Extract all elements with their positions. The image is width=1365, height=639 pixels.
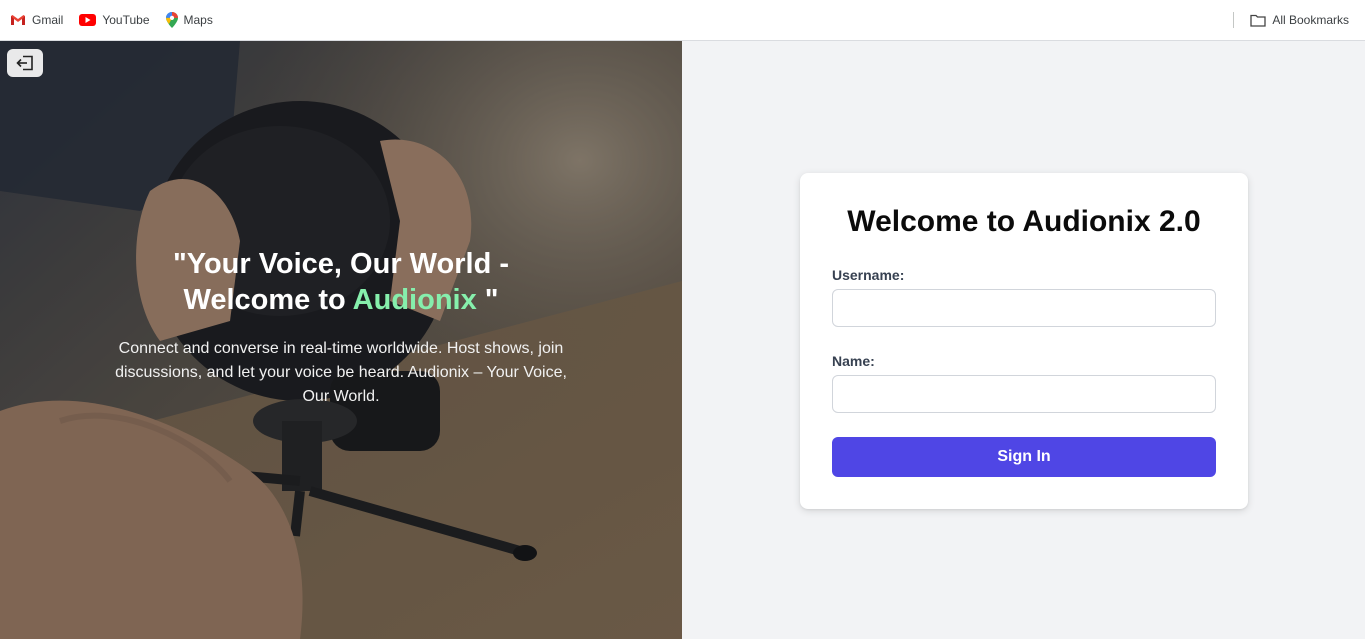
hero-title-prefix: Welcome to <box>183 284 353 316</box>
gmail-icon <box>11 15 25 25</box>
exit-button[interactable] <box>7 49 43 77</box>
exit-icon <box>16 55 33 71</box>
all-bookmarks-label: All Bookmarks <box>1272 13 1349 27</box>
bookmarks-divider <box>1233 12 1235 28</box>
login-pane: Welcome to Audionix 2.0 Username: Name: … <box>682 41 1365 639</box>
hero-title-brand: Audionix <box>352 284 477 316</box>
hero-title-line1: "Your Voice, Our World - <box>173 248 509 280</box>
name-input[interactable] <box>832 375 1216 413</box>
hero-panel: "Your Voice, Our World - Welcome to Audi… <box>0 41 682 639</box>
bookmarks-bar: Gmail YouTube Maps All Bookmarks <box>0 0 1365 41</box>
bookmark-youtube-label: YouTube <box>102 13 150 27</box>
youtube-icon <box>79 14 97 26</box>
bookmark-gmail[interactable]: Gmail <box>10 13 63 27</box>
maps-icon <box>165 12 178 28</box>
bookmark-gmail-label: Gmail <box>32 13 64 27</box>
username-label: Username: <box>832 267 905 283</box>
username-input[interactable] <box>832 289 1216 327</box>
all-bookmarks-button[interactable]: All Bookmarks <box>1250 13 1349 27</box>
bookmark-maps[interactable]: Maps <box>165 12 213 28</box>
name-label: Name: <box>832 353 875 369</box>
hero-description: Connect and converse in real-time worldw… <box>115 340 567 405</box>
bookmark-youtube[interactable]: YouTube <box>79 13 150 27</box>
hero-title: "Your Voice, Our World - Welcome to Audi… <box>100 246 582 318</box>
login-card: Welcome to Audionix 2.0 Username: Name: … <box>800 173 1248 509</box>
login-title: Welcome to Audionix 2.0 <box>847 205 1201 238</box>
sign-in-button[interactable]: Sign In <box>832 437 1216 477</box>
hero-title-suffix: " <box>476 284 499 316</box>
bookmark-maps-label: Maps <box>183 13 213 27</box>
hero-content: "Your Voice, Our World - Welcome to Audi… <box>100 246 582 409</box>
hero-title-line2: Welcome to Audionix " <box>100 282 582 318</box>
folder-icon <box>1250 14 1266 27</box>
